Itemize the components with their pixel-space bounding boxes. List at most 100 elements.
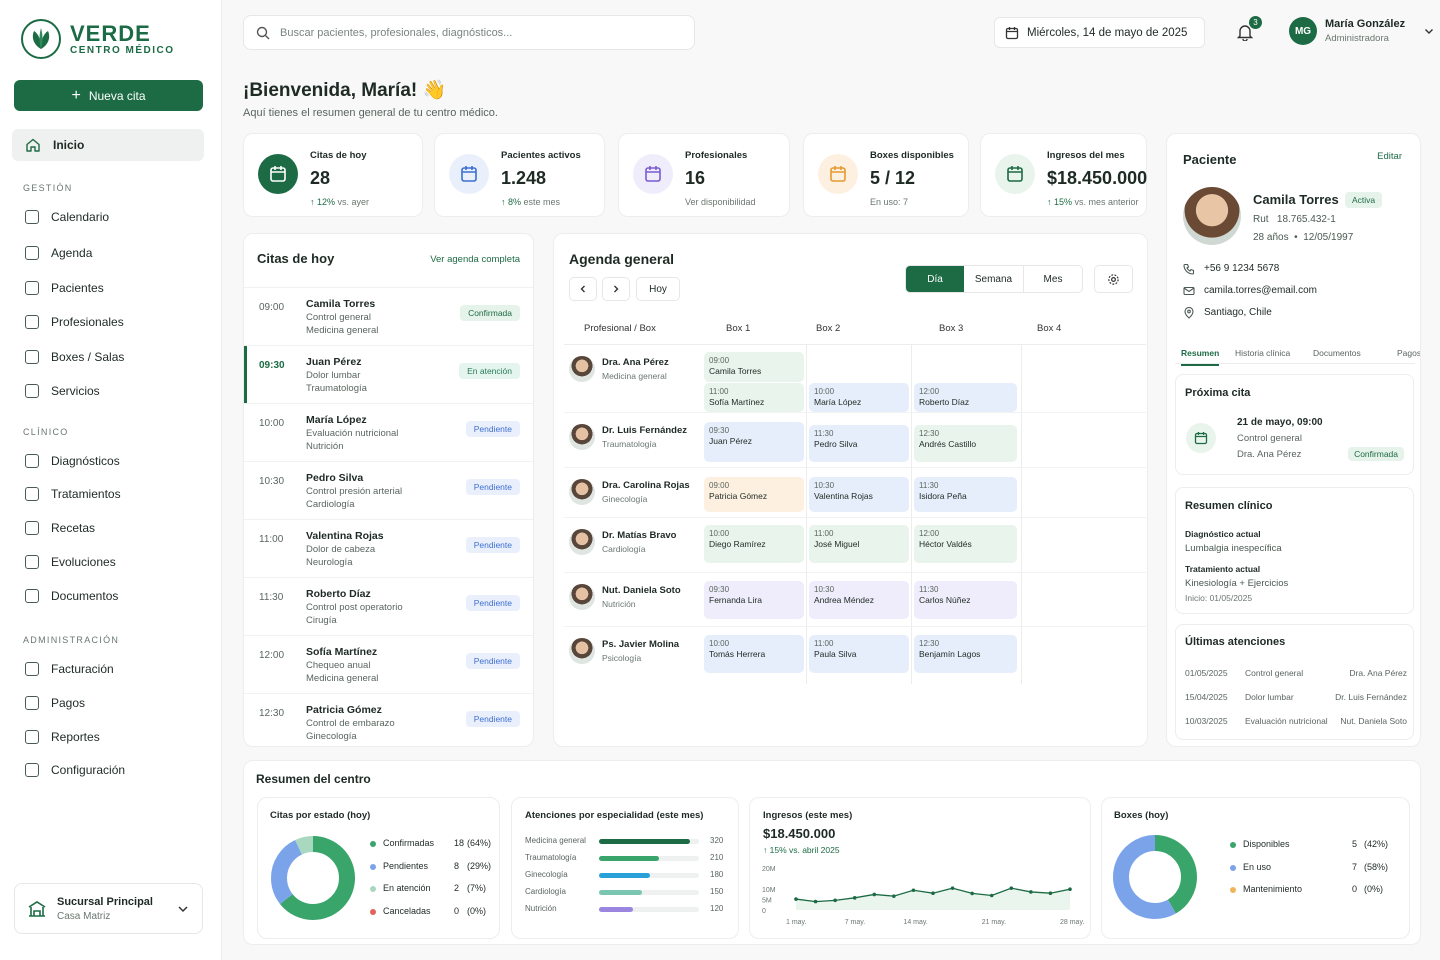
view-day-tab[interactable]: Día — [906, 266, 964, 292]
visit-doctor: Dra. Ana Pérez — [1349, 668, 1407, 678]
bar-fill — [599, 873, 651, 878]
y-tick-label: 0 — [762, 908, 766, 915]
status-badge: Pendiente — [465, 537, 520, 553]
professional-row[interactable]: Dr. Matías Bravo Cardiología — [569, 529, 676, 555]
agenda-appointment[interactable]: 09:00 Patricia Gómez — [704, 477, 804, 512]
search-placeholder: Buscar pacientes, profesionales, diagnós… — [280, 26, 513, 39]
list-item[interactable]: 12:30 Patricia Gómez Control de embarazo Gi… — [244, 693, 533, 746]
sidebar-item-tratamientos[interactable]: Tratamientos — [12, 478, 204, 510]
edit-patient-link[interactable]: Editar — [1377, 151, 1402, 162]
agenda-appointment[interactable]: 12:00 Héctor Valdés — [914, 525, 1017, 563]
appointment-time: 11:00 — [814, 529, 834, 538]
professional-row[interactable]: Dra. Ana Pérez Medicina general — [569, 356, 669, 382]
agenda-appointment[interactable]: 11:00 Paula Silva — [809, 635, 909, 673]
patient-phone[interactable]: +56 9 1234 5678 — [1204, 263, 1279, 274]
agenda-appointment[interactable]: 10:30 Valentina Rojas — [809, 477, 909, 512]
agenda-appointment[interactable]: 09:30 Juan Pérez — [704, 422, 804, 462]
agenda-appointment[interactable]: 12:00 Roberto Díaz — [914, 383, 1017, 412]
income-point — [911, 888, 916, 893]
visit-date: 01/05/2025 — [1185, 668, 1228, 678]
list-item[interactable]: 11:00 Valentina Rojas Dolor de cabeza Neuro… — [244, 519, 533, 575]
kpi-card[interactable]: Citas de hoy 28 ↑ 12% vs. ayer — [243, 133, 423, 217]
sidebar-item-boxes-salas[interactable]: Boxes / Salas — [12, 341, 204, 373]
agenda-appointment[interactable]: 11:30 Carlos Núñez — [914, 581, 1017, 619]
tab-historia-clínica[interactable]: Historia clínica — [1235, 348, 1290, 358]
building-icon — [28, 900, 46, 917]
kpi-card[interactable]: Ingresos del mes $18.450.000 ↑ 15% vs. mes… — [980, 133, 1147, 217]
sidebar-item-pacientes[interactable]: Pacientes — [12, 272, 204, 304]
sidebar-item-facturación[interactable]: Facturación — [12, 653, 204, 685]
tab-pagos[interactable]: Pagos — [1397, 348, 1420, 358]
today-button[interactable]: Hoy — [636, 277, 680, 301]
list-item[interactable]: 11:30 Roberto Díaz Control post operatorio… — [244, 577, 533, 633]
sidebar-item-evoluciones[interactable]: Evoluciones — [12, 546, 204, 578]
income-point — [813, 899, 818, 904]
list-item[interactable]: 09:00 Camila Torres Control general Medicin… — [244, 287, 533, 343]
sidebar-item-configuración[interactable]: Configuración — [12, 754, 204, 786]
appointment-patient: Carlos Núñez — [919, 595, 971, 605]
agenda-appointment[interactable]: 11:00 Sofía Martínez — [704, 383, 804, 412]
list-item[interactable]: 10:30 Pedro Silva Control presión arterial… — [244, 461, 533, 517]
tab-documentos[interactable]: Documentos — [1313, 348, 1361, 358]
agenda-settings-button[interactable] — [1094, 265, 1133, 293]
list-item[interactable]: 09:30 Juan Pérez Dolor lumbar Traumatología… — [244, 345, 533, 404]
sidebar-item-reportes[interactable]: Reportes — [12, 721, 204, 753]
kpi-text: Boxes disponibles 5 / 12 En uso: 7 — [870, 150, 954, 207]
next-type: Control general — [1237, 433, 1302, 444]
patient-city: Santiago, Chile — [1204, 307, 1272, 318]
professional-row[interactable]: Dra. Carolina Rojas Ginecología — [569, 479, 690, 505]
visit-type: Dolor lumbar — [1245, 692, 1294, 702]
sidebar-item-profesionales[interactable]: Profesionales — [12, 306, 204, 338]
branch-selector[interactable]: Sucursal Principal Casa Matriz — [14, 883, 203, 934]
list-item[interactable]: 12:00 Sofía Martínez Chequeo anual Medicina… — [244, 635, 533, 691]
appointment-time: 11:00 — [814, 639, 834, 648]
list-item[interactable]: 10:00 María López Evaluación nutricional Nu… — [244, 403, 533, 459]
agenda-appointment[interactable]: 10:00 Diego Ramírez — [704, 525, 804, 563]
sidebar-item-diagnósticos[interactable]: Diagnósticos — [12, 445, 204, 477]
doctor-icon — [25, 315, 39, 329]
agenda-appointment[interactable]: 10:30 Andrea Méndez — [809, 581, 909, 619]
sidebar-item-label: Tratamientos — [51, 487, 121, 501]
view-week-tab[interactable]: Semana — [964, 266, 1024, 292]
appointment-patient: Patricia Gómez — [709, 491, 768, 501]
kpi-card[interactable]: Profesionales 16 Ver disponibilidad — [618, 133, 790, 217]
sidebar-item-calendario[interactable]: Calendario — [12, 201, 204, 233]
appointment-time: 11:30 — [259, 592, 284, 603]
agenda-appointment[interactable]: 10:00 María López — [809, 383, 909, 412]
next-button[interactable] — [602, 277, 630, 301]
tab-resumen[interactable]: Resumen — [1181, 348, 1220, 366]
sidebar-item-documentos[interactable]: Documentos — [12, 580, 204, 612]
sidebar-item-servicios[interactable]: Servicios — [12, 375, 204, 407]
user-menu[interactable]: MG María González Administradora — [1289, 17, 1435, 45]
date-picker[interactable]: Miércoles, 14 de mayo de 2025 — [994, 17, 1205, 48]
appointment-reason: Dolor lumbar — [306, 370, 361, 381]
kpi-note-text: En uso: 7 — [870, 197, 909, 207]
view-month-tab[interactable]: Mes — [1024, 266, 1082, 292]
agenda-appointment[interactable]: 11:00 José Miguel — [809, 525, 909, 563]
doc-icon — [25, 589, 39, 603]
sidebar-item-recetas[interactable]: Recetas — [12, 512, 204, 544]
status-badge: Confirmada — [460, 305, 520, 321]
new-appointment-button[interactable]: + Nueva cita — [14, 80, 203, 111]
agenda-appointment[interactable]: 09:00 Camila Torres — [704, 352, 804, 382]
kpi-card[interactable]: Boxes disponibles 5 / 12 En uso: 7 — [803, 133, 969, 217]
agenda-appointment[interactable]: 12:30 Benjamín Lagos — [914, 635, 1017, 673]
agenda-appointment[interactable]: 10:00 Tomás Herrera — [704, 635, 804, 673]
sidebar-item-agenda[interactable]: Agenda — [12, 237, 204, 269]
sidebar-item-inicio[interactable]: Inicio — [12, 129, 204, 161]
search-input[interactable]: Buscar pacientes, profesionales, diagnós… — [243, 15, 695, 50]
kpi-card[interactable]: Pacientes activos 1.248 ↑ 8% este mes — [434, 133, 605, 217]
professional-row[interactable]: Nut. Daniela Soto Nutrición — [569, 584, 681, 610]
see-full-agenda-link[interactable]: Ver agenda completa — [430, 254, 520, 265]
agenda-appointment[interactable]: 11:30 Isidora Peña — [914, 477, 1017, 512]
professional-row[interactable]: Ps. Javier Molina Psicología — [569, 638, 679, 664]
patient-email[interactable]: camila.torres@email.com — [1204, 285, 1317, 296]
agenda-appointment[interactable]: 09:30 Fernanda Lira — [704, 581, 804, 619]
brand-logo[interactable]: VERDE CENTRO MÉDICO — [20, 18, 175, 60]
avatar — [569, 424, 595, 450]
agenda-appointment[interactable]: 11:30 Pedro Silva — [809, 425, 909, 462]
prev-button[interactable] — [569, 277, 597, 301]
agenda-appointment[interactable]: 12:30 Andrés Castillo — [914, 425, 1017, 462]
sidebar-item-pagos[interactable]: Pagos — [12, 687, 204, 719]
professional-row[interactable]: Dr. Luis Fernández Traumatología — [569, 424, 687, 450]
